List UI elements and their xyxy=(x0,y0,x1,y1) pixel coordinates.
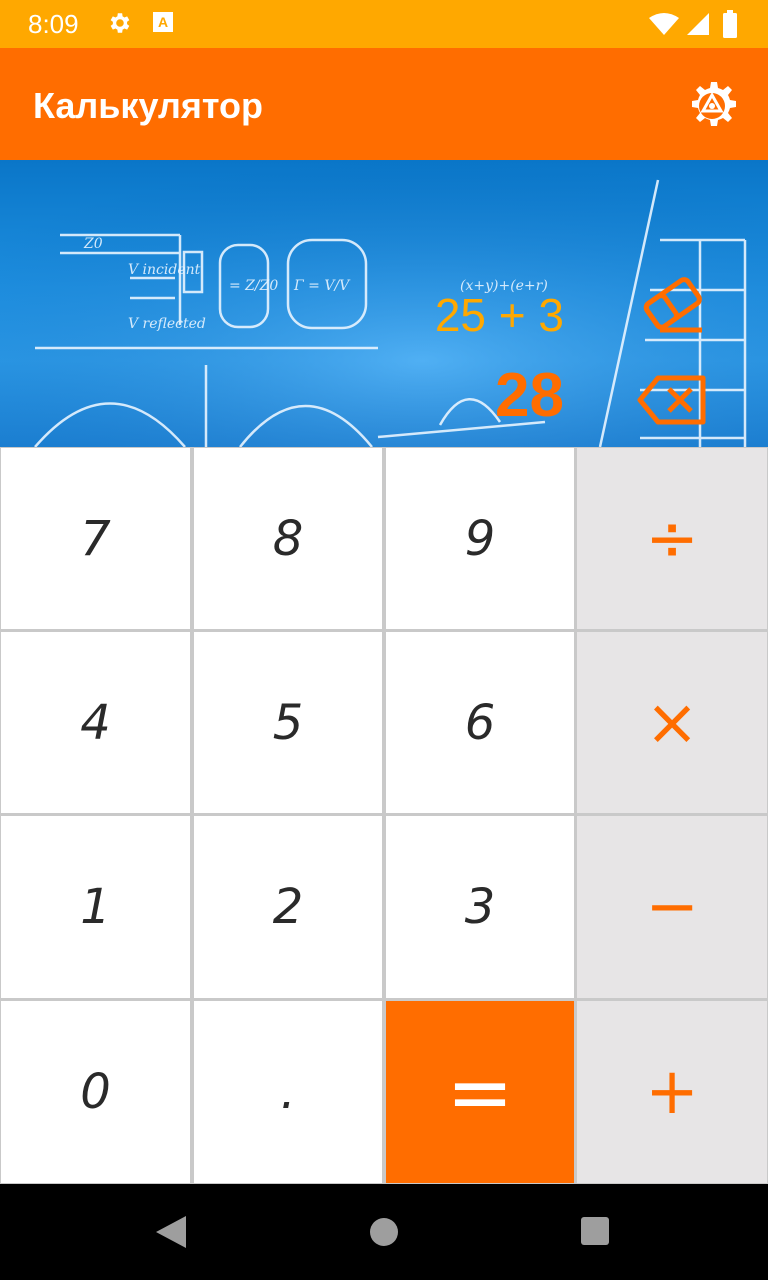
add-key[interactable]: + xyxy=(577,1001,767,1183)
subtract-key[interactable]: − xyxy=(577,816,767,998)
divide-key[interactable]: ÷ xyxy=(577,448,767,629)
digit-6-key[interactable]: 6 xyxy=(386,632,574,813)
digit-9-key[interactable]: 9 xyxy=(386,448,574,629)
digit-0-key[interactable]: 0 xyxy=(1,1001,190,1183)
svg-text:V reflected: V reflected xyxy=(128,316,206,332)
svg-text:Γ = V/V: Γ = V/V xyxy=(293,278,351,294)
digit-4-key[interactable]: 4 xyxy=(1,632,190,813)
equals-key[interactable]: = xyxy=(386,1001,574,1183)
gear-icon xyxy=(684,78,740,139)
eraser-icon xyxy=(636,277,708,338)
result-display: 28 xyxy=(495,361,564,430)
digit-3-key[interactable]: 3 xyxy=(386,816,574,998)
multiply-key[interactable]: × xyxy=(577,632,767,813)
app-bar: Калькулятор xyxy=(0,48,768,160)
wifi-icon xyxy=(648,12,680,41)
backspace-button[interactable] xyxy=(636,374,708,426)
back-triangle-icon[interactable] xyxy=(154,1214,188,1255)
font-notification-icon: A xyxy=(152,10,174,41)
clear-button[interactable] xyxy=(636,276,708,334)
decimal-key[interactable]: . xyxy=(194,1001,382,1183)
digit-1-key[interactable]: 1 xyxy=(1,816,190,998)
svg-text:= Z/Z0: = Z/Z0 xyxy=(229,278,278,294)
svg-text:Z0: Z0 xyxy=(83,236,103,252)
recents-square-icon[interactable] xyxy=(580,1216,610,1251)
expression-display: 25 + 3 xyxy=(434,289,564,341)
keypad: 7 8 9 ÷ 4 5 6 × 1 2 3− 0. = + xyxy=(0,447,768,1184)
settings-button[interactable] xyxy=(680,76,744,140)
backspace-icon xyxy=(636,375,708,430)
signal-icon xyxy=(686,12,710,41)
settings-notification-icon xyxy=(106,10,132,41)
svg-text:A: A xyxy=(158,14,168,30)
calculator-display: Z0 V incident V reflected = Z/Z0 Γ = V/V… xyxy=(0,160,768,447)
home-circle-icon[interactable] xyxy=(368,1216,400,1253)
battery-icon xyxy=(722,10,738,43)
digit-7-key[interactable]: 7 xyxy=(1,448,190,629)
navigation-bar xyxy=(0,1184,768,1280)
status-time: 8:09 xyxy=(28,9,79,39)
svg-text:V incident: V incident xyxy=(128,262,201,278)
digit-8-key[interactable]: 8 xyxy=(194,448,382,629)
digit-5-key[interactable]: 5 xyxy=(194,632,382,813)
digit-2-key[interactable]: 2 xyxy=(194,816,382,998)
status-bar: 8:09 A xyxy=(0,0,768,48)
app-title: Калькулятор xyxy=(33,85,264,126)
